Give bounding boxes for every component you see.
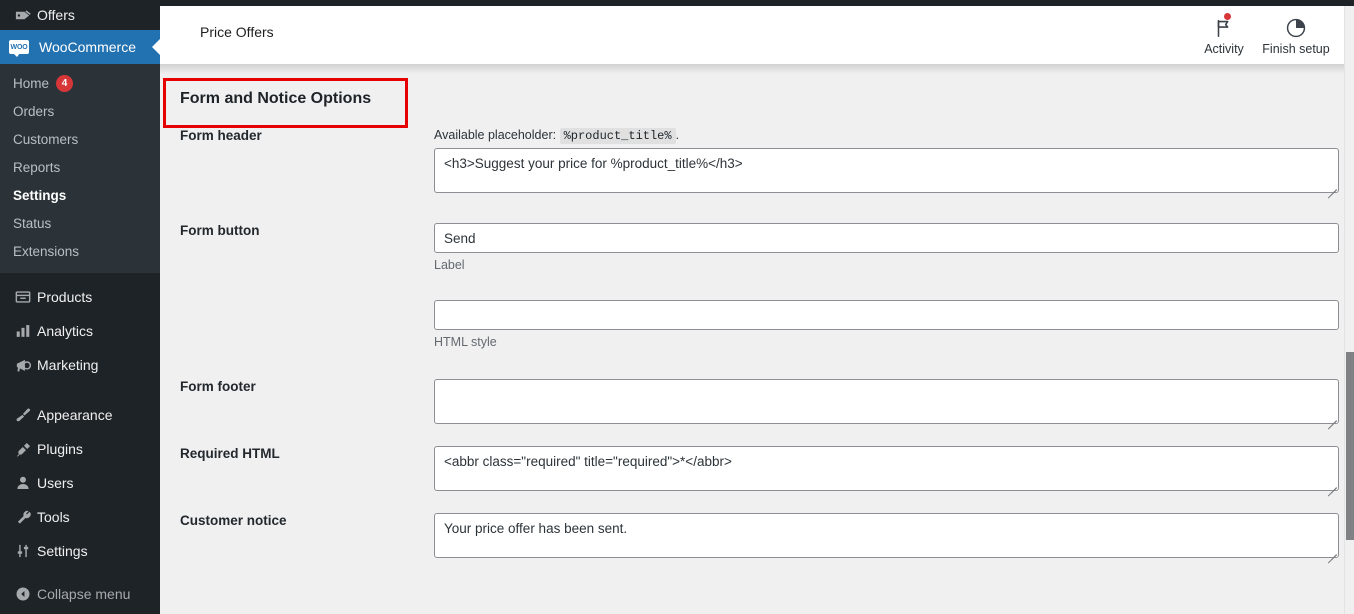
sidebar-item-settings-main[interactable]: Settings xyxy=(0,534,160,568)
field-row-customer-notice: Customer notice Your price offer has bee… xyxy=(180,513,1354,564)
woocommerce-icon: WOO xyxy=(9,40,29,57)
header-shadow xyxy=(160,64,1354,74)
field-row-form-button: Form button Label xyxy=(180,223,1354,272)
sidebar-divider-bottom xyxy=(0,568,160,577)
megaphone-icon xyxy=(9,356,37,375)
home-count-badge: 4 xyxy=(56,74,74,92)
sidebar-item-settings[interactable]: Settings xyxy=(0,181,160,209)
sidebar-item-extensions[interactable]: Extensions xyxy=(0,237,160,265)
user-icon xyxy=(9,474,37,492)
price-tag-icon xyxy=(9,6,37,25)
sidebar-item-appearance[interactable]: Appearance xyxy=(0,398,160,432)
sidebar-item-label: Orders xyxy=(13,103,55,119)
woocommerce-submenu: Home 4 Orders Customers Reports Settings… xyxy=(0,64,160,273)
main-content: Price Offers Activity Finish setup Form … xyxy=(160,0,1354,614)
collapse-arrow-icon xyxy=(9,585,37,603)
section-title: Form and Notice Options xyxy=(180,90,372,107)
admin-screen: Offers WOO WooCommerce Home 4 Orders Cus… xyxy=(0,0,1354,614)
sidebar-item-woocommerce[interactable]: WOO WooCommerce xyxy=(0,30,161,64)
customer-notice-textarea[interactable]: Your price offer has been sent. xyxy=(434,513,1339,558)
sidebar-item-label: Extensions xyxy=(13,243,80,259)
field-label-customer-notice: Customer notice xyxy=(180,513,287,528)
products-box-icon xyxy=(9,288,37,306)
plug-icon xyxy=(9,440,37,459)
required-html-textarea[interactable]: <abbr class="required" title="required">… xyxy=(434,446,1339,491)
settings-form: Form header Available placeholder: %prod… xyxy=(160,128,1354,564)
bar-chart-icon xyxy=(9,322,37,340)
sidebar-item-tools[interactable]: Tools xyxy=(0,500,160,534)
form-footer-textarea[interactable] xyxy=(434,379,1339,424)
sidebar-item-marketing[interactable]: Marketing xyxy=(0,348,160,382)
sidebar-item-label: Plugins xyxy=(37,441,83,457)
field-row-required-html: Required HTML <abbr class="required" tit… xyxy=(180,446,1354,497)
activity-label: Activity xyxy=(1204,42,1244,56)
form-button-label-input[interactable] xyxy=(434,223,1339,253)
placeholder-token: %product_title% xyxy=(559,128,676,144)
sidebar-item-users[interactable]: Users xyxy=(0,466,160,500)
submenu-pointer-arrow xyxy=(152,38,161,56)
sidebar-item-status[interactable]: Status xyxy=(0,209,160,237)
progress-circle-icon xyxy=(1285,13,1307,39)
paintbrush-icon xyxy=(9,406,37,425)
sidebar-item-customers[interactable]: Customers xyxy=(0,125,160,153)
sidebar-group-store: Products Analytics Marketing xyxy=(0,273,160,382)
sidebar-item-home[interactable]: Home 4 xyxy=(0,69,160,97)
collapse-menu-button[interactable]: Collapse menu xyxy=(0,577,160,611)
finish-setup-button[interactable]: Finish setup xyxy=(1260,13,1332,64)
placeholder-hint: Available placeholder: %product_title%. xyxy=(434,128,1339,144)
sidebar-item-products[interactable]: Products xyxy=(0,280,160,314)
page-scrollbar[interactable] xyxy=(1344,0,1354,614)
field-row-form-button-style: HTML style xyxy=(180,300,1354,349)
page-title: Price Offers xyxy=(200,24,274,40)
header-actions: Activity Finish setup xyxy=(1188,0,1354,64)
sidebar-group-system: Appearance Plugins Users Tools Settings xyxy=(0,391,160,568)
activity-notification-dot xyxy=(1224,13,1231,20)
placeholder-hint-suffix: . xyxy=(675,128,680,142)
sidebar-item-label: Settings xyxy=(37,543,88,559)
sidebar-item-label: Products xyxy=(37,289,93,305)
form-header-textarea[interactable]: <h3>Suggest your price for %product_titl… xyxy=(434,148,1339,193)
sidebar-item-label: WooCommerce xyxy=(39,39,136,55)
sidebar-item-analytics[interactable]: Analytics xyxy=(0,314,160,348)
sidebar-item-label: Customers xyxy=(13,131,79,147)
wp-admin-bar xyxy=(0,0,1354,6)
sidebar-item-label: Analytics xyxy=(37,323,94,339)
sidebar-item-label: Users xyxy=(37,475,74,491)
form-button-style-input[interactable] xyxy=(434,300,1339,330)
sidebar-item-label: Status xyxy=(13,215,52,231)
sidebar-item-plugins[interactable]: Plugins xyxy=(0,432,160,466)
sidebar-item-label: Home xyxy=(13,75,50,91)
sliders-icon xyxy=(9,542,37,560)
flag-icon xyxy=(1213,13,1235,39)
field-label-form-button: Form button xyxy=(180,223,260,238)
sidebar-item-label: Marketing xyxy=(37,357,99,373)
wrench-icon xyxy=(9,508,37,527)
section-header: Form and Notice Options xyxy=(160,74,1354,128)
sidebar-item-reports[interactable]: Reports xyxy=(0,153,160,181)
admin-sidebar: Offers WOO WooCommerce Home 4 Orders Cus… xyxy=(0,0,161,614)
collapse-menu-label: Collapse menu xyxy=(37,586,131,602)
field-label-form-header: Form header xyxy=(180,128,262,143)
sidebar-divider xyxy=(0,382,160,391)
sidebar-item-orders[interactable]: Orders xyxy=(0,97,160,125)
scrollbar-thumb[interactable] xyxy=(1346,352,1354,540)
form-button-style-hint: HTML style xyxy=(434,335,497,349)
field-row-form-footer: Form footer xyxy=(180,379,1354,430)
page-header: Price Offers Activity Finish setup xyxy=(160,0,1354,64)
placeholder-hint-prefix: Available placeholder: xyxy=(434,128,557,142)
sidebar-item-label: Settings xyxy=(13,187,67,203)
field-label-required-html: Required HTML xyxy=(180,446,280,461)
form-button-label-hint: Label xyxy=(434,258,465,272)
field-row-form-header: Form header Available placeholder: %prod… xyxy=(180,128,1354,199)
sidebar-item-label: Tools xyxy=(37,509,70,525)
activity-button[interactable]: Activity xyxy=(1188,13,1260,64)
sidebar-item-label: Appearance xyxy=(37,407,113,423)
field-label-form-footer: Form footer xyxy=(180,379,256,394)
finish-setup-label: Finish setup xyxy=(1262,42,1330,56)
sidebar-item-label: Offers xyxy=(37,7,75,23)
sidebar-item-label: Reports xyxy=(13,159,61,175)
